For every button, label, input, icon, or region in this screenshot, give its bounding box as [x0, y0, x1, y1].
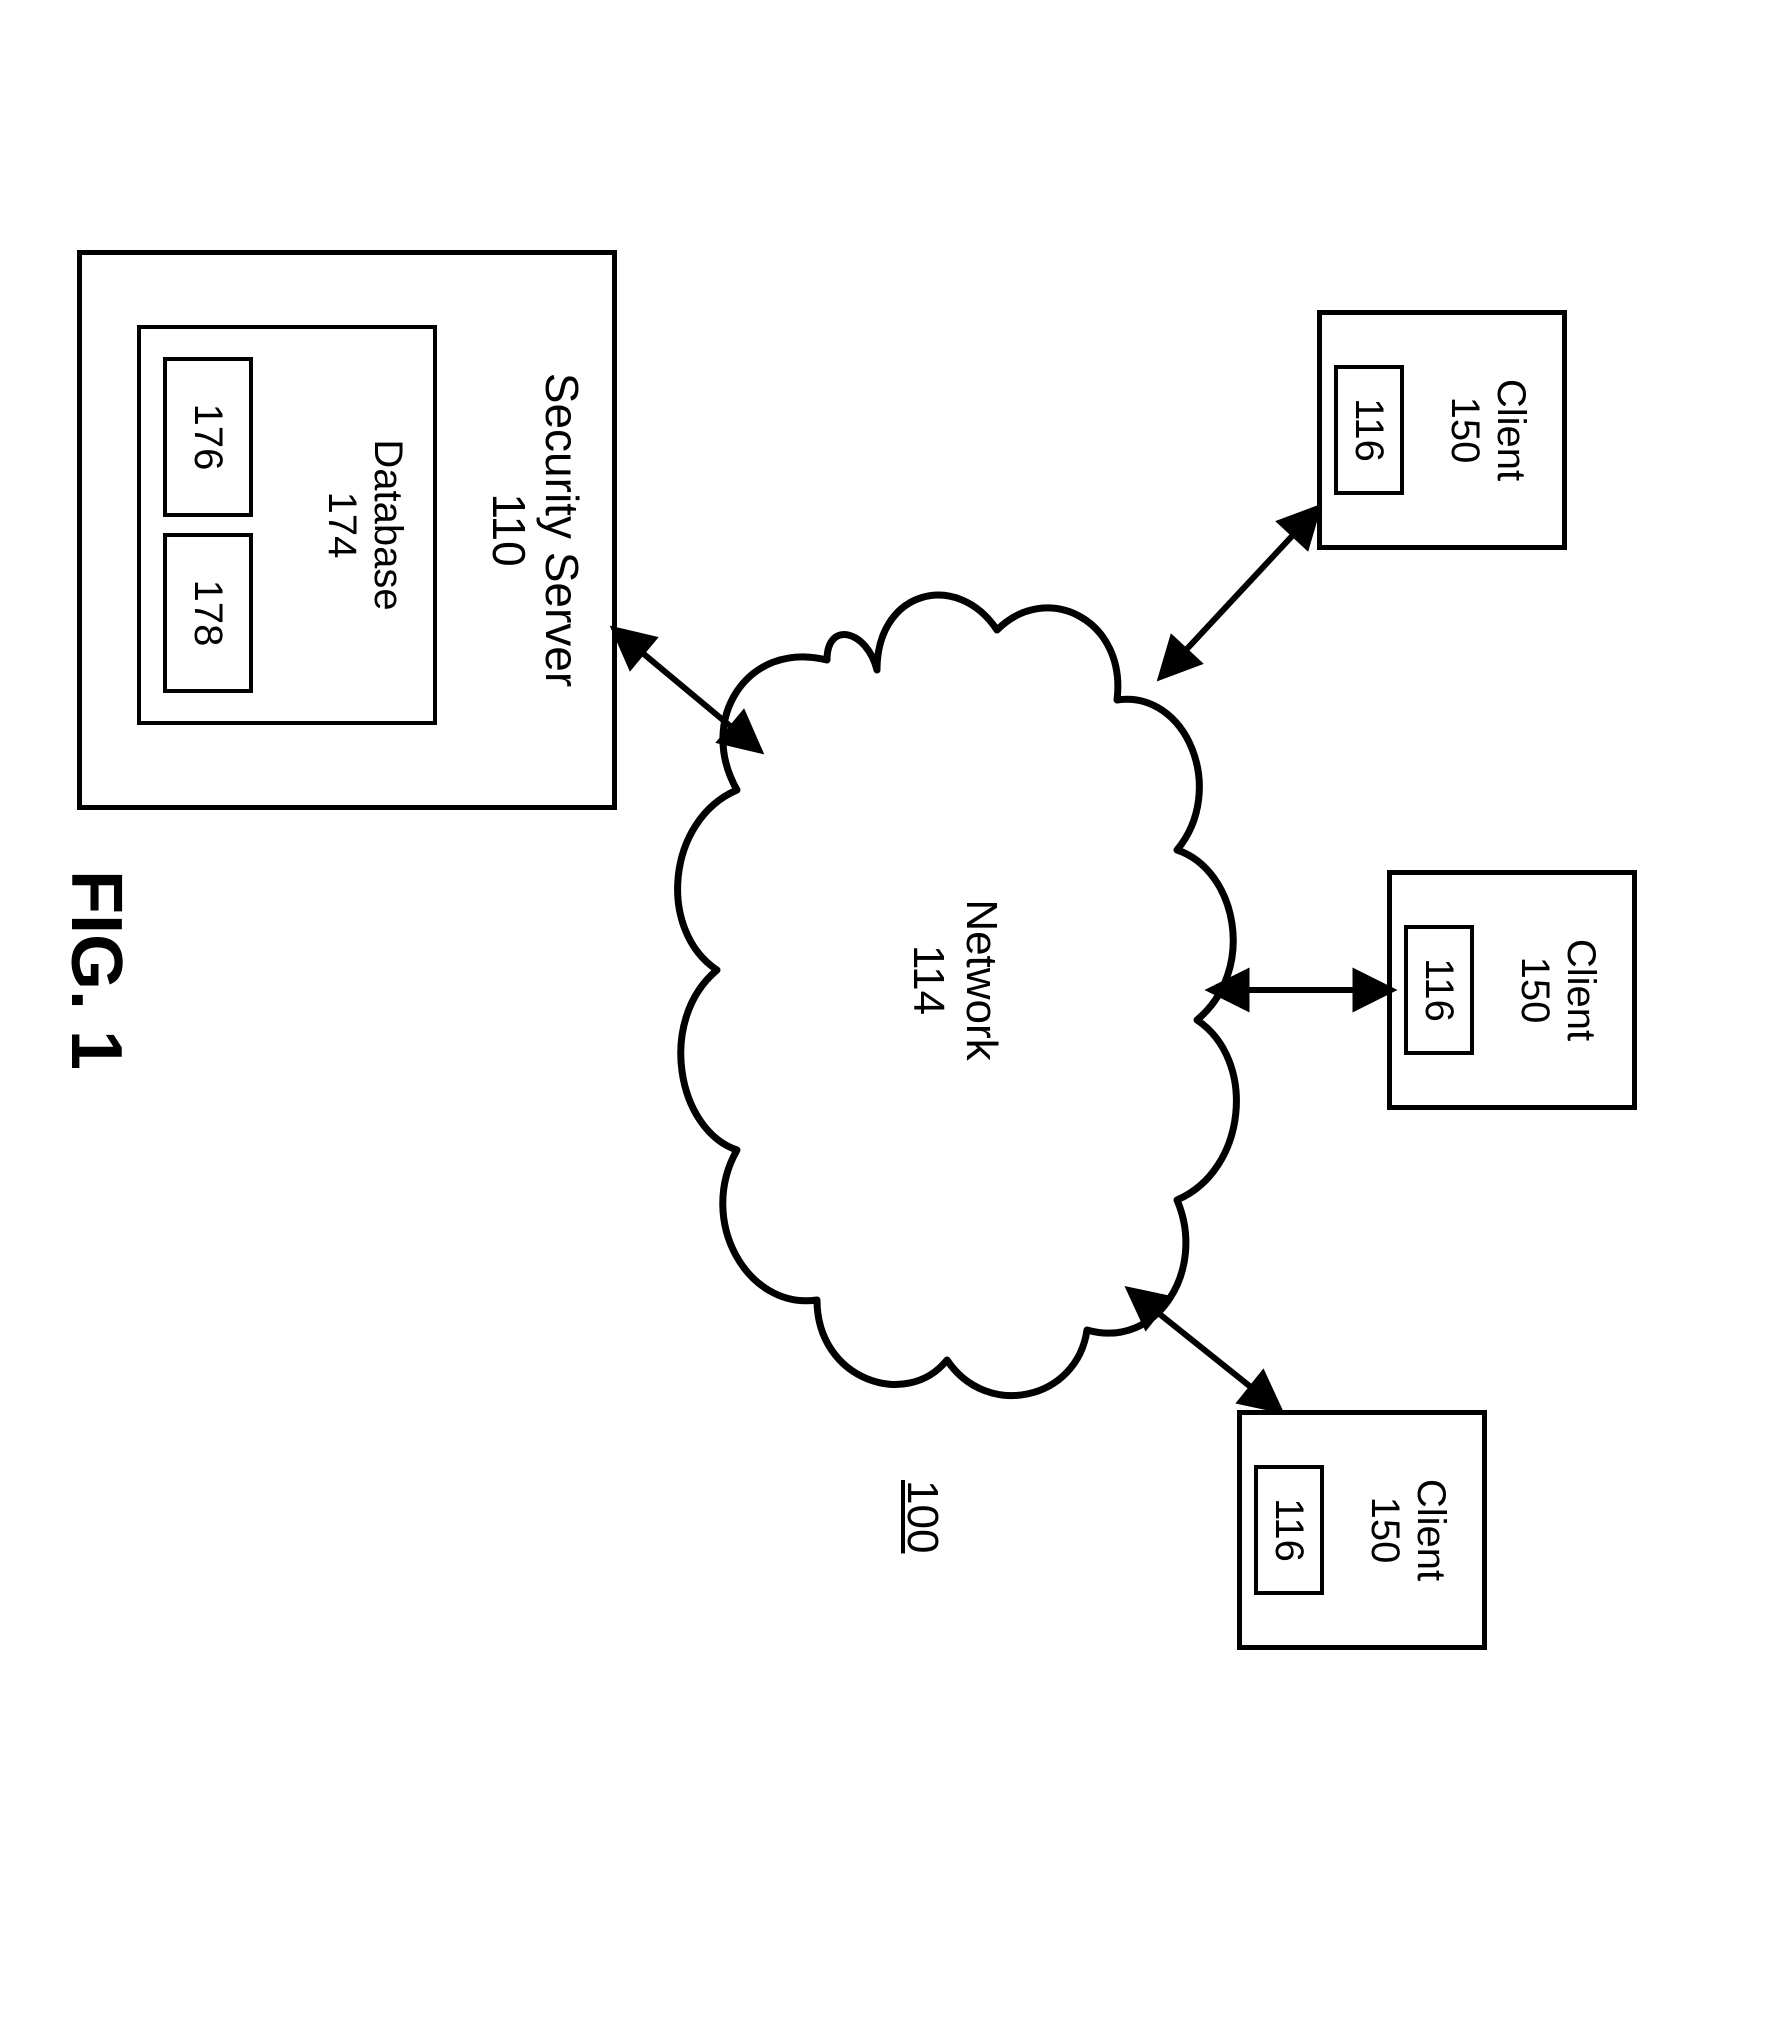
figure-caption: FIG. 1 — [55, 870, 137, 1070]
figure-ref: 100 — [897, 1480, 947, 1553]
connectors — [0, 0, 1767, 2039]
